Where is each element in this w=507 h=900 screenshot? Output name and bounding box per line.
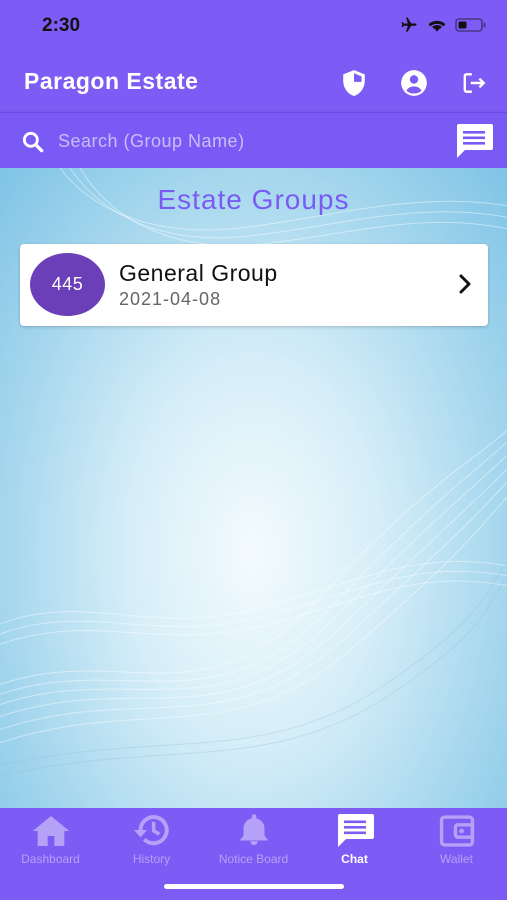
- airplane-icon: [399, 16, 419, 34]
- logout-icon[interactable]: [459, 68, 489, 98]
- account-icon[interactable]: [399, 68, 429, 98]
- main-content: Estate Groups 445 General Group 2021-04-…: [0, 168, 507, 808]
- wallet-icon: [406, 810, 507, 848]
- tab-dashboard[interactable]: Dashboard: [0, 810, 101, 870]
- shield-icon[interactable]: [339, 68, 369, 98]
- app-title: Paragon Estate: [24, 68, 199, 94]
- chat-icon: [304, 810, 405, 848]
- tab-notice-board[interactable]: Notice Board: [203, 810, 304, 870]
- history-icon: [101, 810, 202, 848]
- group-date: 2021-04-08: [119, 289, 222, 309]
- home-icon: [0, 810, 101, 848]
- search-icon: [20, 129, 46, 160]
- group-count-badge: 445: [30, 253, 105, 316]
- tab-history[interactable]: History: [101, 810, 202, 870]
- tab-wallet[interactable]: Wallet: [406, 810, 507, 870]
- tab-label: Wallet: [440, 852, 473, 866]
- bell-icon: [203, 810, 304, 848]
- status-time: 2:30: [42, 15, 81, 36]
- search-input[interactable]: [58, 123, 438, 159]
- page-title: Estate Groups: [157, 184, 350, 215]
- home-indicator[interactable]: [164, 884, 344, 889]
- tab-label: Notice Board: [218, 852, 289, 866]
- group-list-item[interactable]: 445 General Group 2021-04-08: [20, 244, 488, 326]
- tab-label: History: [132, 852, 171, 866]
- status-icons: [399, 16, 487, 34]
- app-bar: Paragon Estate: [0, 54, 507, 112]
- wifi-icon: [427, 17, 447, 33]
- app-actions: [339, 68, 489, 98]
- search-bar: [0, 112, 507, 168]
- chevron-right-icon: [458, 273, 472, 300]
- tab-label: Chat: [341, 852, 368, 866]
- battery-icon: [455, 17, 487, 33]
- status-bar: 2:30: [0, 0, 507, 54]
- tab-chat[interactable]: Chat: [304, 810, 405, 870]
- tab-label: Dashboard: [21, 852, 80, 866]
- new-chat-icon[interactable]: [453, 122, 495, 165]
- group-name: General Group: [119, 260, 278, 286]
